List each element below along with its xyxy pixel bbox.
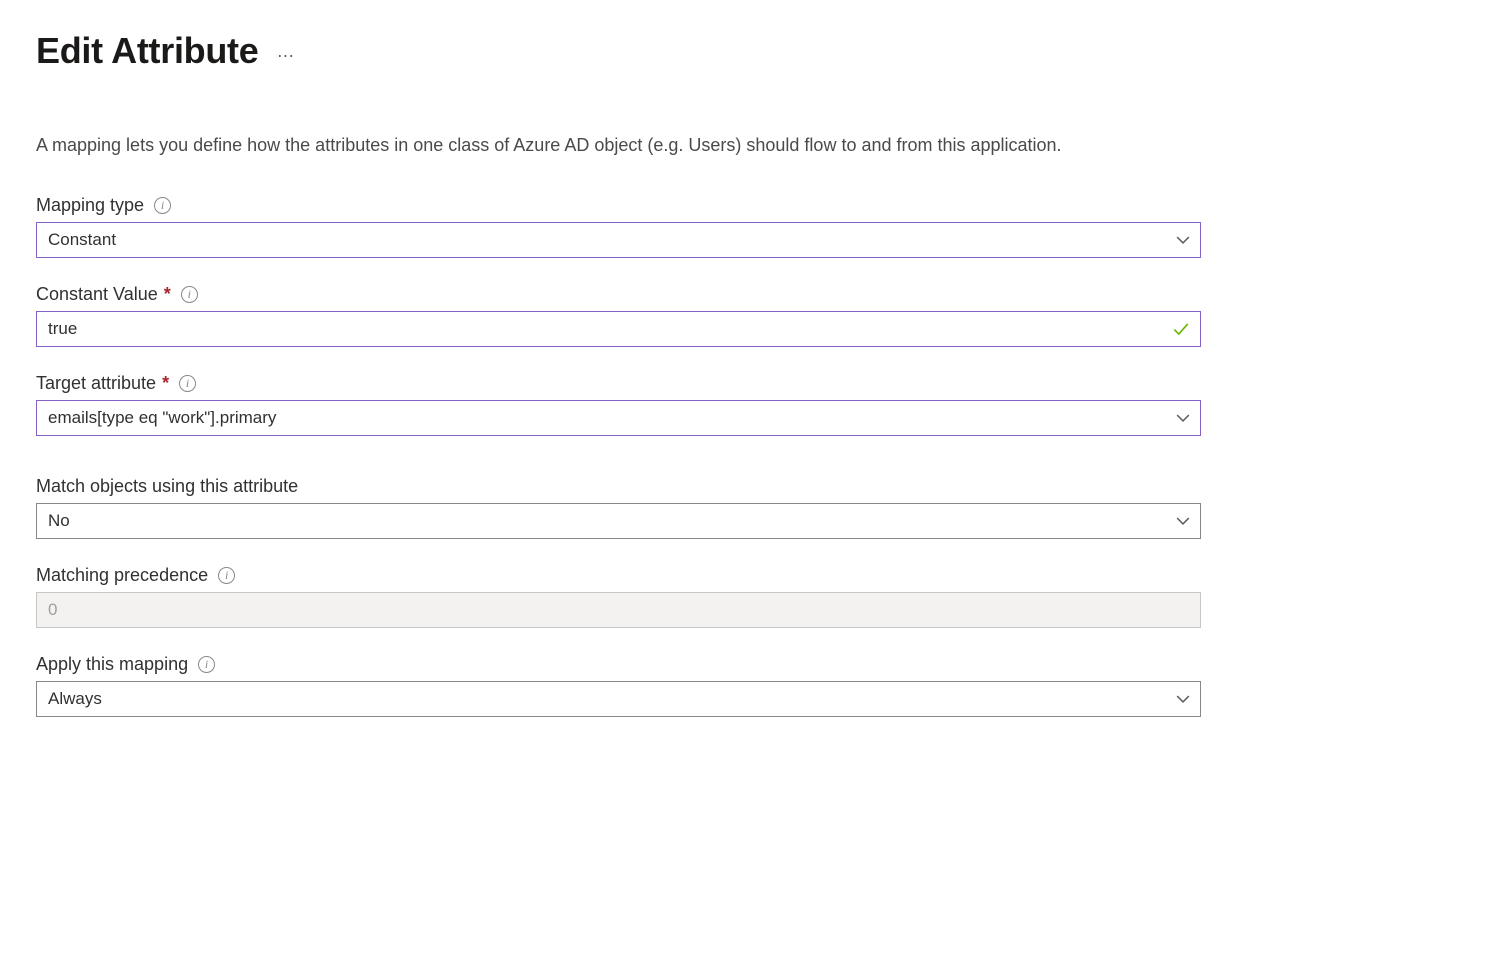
chevron-down-icon xyxy=(1176,504,1190,538)
match-objects-value: No xyxy=(48,511,1164,531)
apply-mapping-group: Apply this mapping i Always xyxy=(36,654,1201,717)
matching-precedence-value: 0 xyxy=(48,600,1164,620)
matching-precedence-label-row: Matching precedence i xyxy=(36,565,1201,586)
apply-mapping-label: Apply this mapping xyxy=(36,654,188,675)
matching-precedence-group: Matching precedence i 0 xyxy=(36,565,1201,628)
more-actions-icon[interactable]: … xyxy=(276,42,296,60)
required-indicator: * xyxy=(162,373,169,394)
page-header: Edit Attribute … xyxy=(36,30,1464,72)
mapping-type-dropdown[interactable]: Constant xyxy=(36,222,1201,258)
matching-precedence-input: 0 xyxy=(36,592,1201,628)
info-icon[interactable]: i xyxy=(218,567,235,584)
spacer xyxy=(36,462,1201,476)
target-attribute-value: emails[type eq "work"].primary xyxy=(48,408,1164,428)
checkmark-icon xyxy=(1172,312,1190,346)
apply-mapping-value: Always xyxy=(48,689,1164,709)
mapping-type-group: Mapping type i Constant xyxy=(36,195,1201,258)
page-description: A mapping lets you define how the attrib… xyxy=(36,130,1236,161)
mapping-type-label: Mapping type xyxy=(36,195,144,216)
match-objects-dropdown[interactable]: No xyxy=(36,503,1201,539)
mapping-type-label-row: Mapping type i xyxy=(36,195,1201,216)
page-title: Edit Attribute xyxy=(36,30,258,72)
apply-mapping-label-row: Apply this mapping i xyxy=(36,654,1201,675)
constant-value-label-row: Constant Value * i xyxy=(36,284,1201,305)
constant-value-text: true xyxy=(48,319,1164,339)
info-icon[interactable]: i xyxy=(154,197,171,214)
match-objects-label-row: Match objects using this attribute xyxy=(36,476,1201,497)
required-indicator: * xyxy=(164,284,171,305)
info-icon[interactable]: i xyxy=(181,286,198,303)
chevron-down-icon xyxy=(1176,401,1190,435)
mapping-type-value: Constant xyxy=(48,230,1164,250)
info-icon[interactable]: i xyxy=(198,656,215,673)
target-attribute-label: Target attribute xyxy=(36,373,156,394)
apply-mapping-dropdown[interactable]: Always xyxy=(36,681,1201,717)
constant-value-input[interactable]: true xyxy=(36,311,1201,347)
target-attribute-group: Target attribute * i emails[type eq "wor… xyxy=(36,373,1201,436)
info-icon[interactable]: i xyxy=(179,375,196,392)
chevron-down-icon xyxy=(1176,682,1190,716)
match-objects-label: Match objects using this attribute xyxy=(36,476,298,497)
form-content: Mapping type i Constant Constant Value *… xyxy=(36,195,1201,717)
target-attribute-dropdown[interactable]: emails[type eq "work"].primary xyxy=(36,400,1201,436)
matching-precedence-label: Matching precedence xyxy=(36,565,208,586)
match-objects-group: Match objects using this attribute No xyxy=(36,476,1201,539)
chevron-down-icon xyxy=(1176,223,1190,257)
constant-value-label: Constant Value xyxy=(36,284,158,305)
constant-value-group: Constant Value * i true xyxy=(36,284,1201,347)
target-attribute-label-row: Target attribute * i xyxy=(36,373,1201,394)
